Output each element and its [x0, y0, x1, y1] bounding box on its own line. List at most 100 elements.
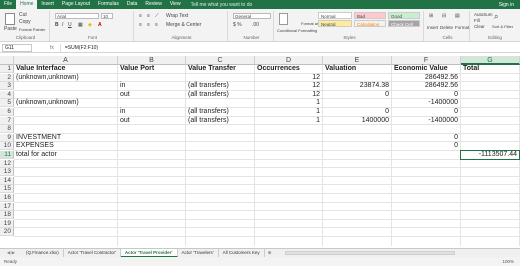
cell-b1[interactable]: Value Port — [120, 65, 183, 73]
delete-cells-button[interactable]: Delete — [440, 24, 453, 31]
sheet-tab[interactable]: Actor 'Travel Contractor' — [64, 249, 121, 257]
decimal-icon[interactable]: .00 — [252, 22, 259, 29]
ribbon-tab-insert[interactable]: Insert — [37, 0, 58, 9]
row-header[interactable]: 10 — [0, 142, 14, 151]
cell-b3[interactable]: in — [120, 82, 183, 90]
sheet-tab[interactable]: Actor 'Travelers' — [178, 249, 219, 257]
column-header-c[interactable]: C — [186, 56, 255, 65]
zoom-level[interactable]: 100% — [502, 257, 514, 266]
paste-icon[interactable] — [5, 13, 15, 25]
cell-c4[interactable]: (all transfers) — [188, 91, 252, 99]
ribbon-tab-formulas[interactable]: Formulas — [94, 0, 123, 9]
cell-e4[interactable]: 0 — [325, 91, 389, 99]
fill-color-icon[interactable]: ◆ — [88, 22, 92, 29]
cell-a2[interactable]: (unknown,unknown) — [16, 74, 115, 82]
style-good[interactable]: Good — [388, 12, 420, 19]
cell-f9[interactable]: 0 — [394, 134, 458, 142]
cell-f4[interactable]: 0 — [394, 91, 458, 99]
font-name-select[interactable]: Arial — [55, 13, 99, 19]
column-header-a[interactable]: A — [14, 56, 118, 65]
horizontal-scrollbar[interactable] — [284, 251, 455, 255]
cell-d4[interactable]: 12 — [257, 91, 320, 99]
cell-c7[interactable]: (all transfers) — [188, 117, 252, 125]
format-painter-button[interactable]: Format Painter — [19, 26, 45, 33]
row-header[interactable]: 3 — [0, 82, 14, 91]
row-header[interactable]: 16 — [0, 194, 14, 202]
cell-d1[interactable]: Occurrences — [257, 65, 320, 73]
cell-d2[interactable]: 12 — [257, 74, 320, 82]
formula-input[interactable]: =SUM(F2:F10) — [59, 43, 520, 52]
row-header[interactable]: 4 — [0, 90, 14, 99]
cell-d3[interactable]: 12 — [257, 82, 320, 90]
find-icon[interactable]: ⌕ — [494, 13, 498, 21]
cell-d5[interactable]: 1 — [257, 99, 320, 107]
row-header[interactable]: 14 — [0, 176, 14, 185]
column-header-b[interactable]: B — [118, 56, 186, 65]
column-header-e[interactable]: E — [323, 56, 392, 65]
cell-g1[interactable]: Total — [463, 65, 517, 73]
row-header[interactable]: 19 — [0, 219, 14, 228]
column-header-f[interactable]: F — [392, 56, 461, 65]
cut-button[interactable]: Cut — [19, 12, 27, 19]
tell-me-box[interactable]: Tell me what you want to do — [191, 2, 253, 8]
conditional-formatting-button[interactable]: Conditional Formatting — [277, 27, 317, 34]
sort-filter-button[interactable]: Sort & Filter — [492, 23, 513, 30]
row-header[interactable]: 8 — [0, 125, 14, 134]
insert-cells-icon[interactable]: ⊞ — [429, 13, 433, 20]
cell-b6[interactable]: in — [120, 108, 183, 116]
align-middle-icon[interactable]: ≡ — [147, 13, 150, 20]
name-box[interactable]: G11 — [2, 43, 32, 52]
ribbon-tab-home[interactable]: Home — [16, 0, 38, 9]
style-bad[interactable]: Bad — [354, 12, 386, 19]
style-check-cell[interactable]: Check Cell — [388, 20, 420, 27]
clear-button[interactable]: Clear — [474, 23, 485, 30]
ribbon-tab-file[interactable]: File — [0, 0, 16, 9]
ribbon-tab-view[interactable]: View — [166, 0, 185, 9]
cell-f10[interactable]: 0 — [394, 142, 458, 150]
spreadsheet-grid[interactable]: A B C D E F G 1 Value Interface Value Port Value T… — [0, 56, 520, 246]
format-cells-button[interactable]: Format — [455, 24, 469, 31]
cell-e7[interactable]: 1400000 — [325, 117, 389, 125]
fx-icon[interactable]: fx — [50, 45, 54, 51]
row-header[interactable]: 20 — [0, 228, 14, 237]
row-header[interactable]: 11 — [0, 151, 14, 159]
cell-f1[interactable]: Economic Value — [394, 65, 458, 73]
bold-button[interactable]: B — [55, 22, 59, 29]
row-header[interactable]: 18 — [0, 211, 14, 220]
number-format-select[interactable]: General — [233, 13, 271, 19]
italic-button[interactable]: I — [62, 22, 63, 29]
wrap-text-button[interactable]: Wrap Text — [166, 13, 188, 20]
ribbon-tab-data[interactable]: Data — [123, 0, 142, 9]
row-header[interactable]: 17 — [0, 202, 14, 211]
style-normal[interactable]: Normal — [318, 12, 352, 19]
cell-e3[interactable]: 23874.38 — [325, 82, 389, 90]
style-calculation[interactable]: Calculation — [354, 20, 386, 27]
font-size-select[interactable]: 10 — [101, 13, 113, 19]
sheet-tab[interactable]: (Q.Finance.xlsx) — [22, 249, 64, 257]
borders-icon[interactable]: ▦ — [78, 22, 83, 29]
orientation-icon[interactable]: ⟋ — [155, 13, 159, 20]
conditional-formatting-icon[interactable] — [279, 13, 288, 25]
cell-g11[interactable]: -1113507.44 — [463, 151, 517, 159]
cell-f3[interactable]: 286492.56 — [394, 82, 458, 90]
font-color-icon[interactable]: A — [98, 22, 102, 29]
currency-icon[interactable]: $ % — [233, 22, 242, 29]
cell-c6[interactable]: (all transfers) — [188, 108, 252, 116]
row-header[interactable]: 9 — [0, 133, 14, 142]
row-header[interactable]: 2 — [0, 73, 14, 82]
align-center-icon[interactable]: ≡ — [147, 22, 150, 29]
sheet-tab[interactable]: Actor 'Travel Provider' — [120, 249, 178, 257]
cell-d7[interactable]: 1 — [257, 117, 320, 125]
cell-f5[interactable]: -1400000 — [394, 99, 458, 107]
add-sheet-icon[interactable]: ⊕ — [265, 249, 275, 257]
cell-a11[interactable]: total for actor — [16, 151, 115, 159]
row-header[interactable]: 5 — [0, 99, 14, 108]
format-cells-icon[interactable]: ▤ — [455, 13, 460, 20]
align-right-icon[interactable]: ≡ — [155, 22, 158, 29]
copy-button[interactable]: Copy — [19, 19, 31, 26]
align-left-icon[interactable]: ≡ — [139, 22, 142, 29]
sign-in-link[interactable]: Sign in — [499, 2, 520, 8]
cell-f6[interactable]: 0 — [394, 108, 458, 116]
cell-e6[interactable]: 0 — [325, 108, 389, 116]
row-header[interactable]: 12 — [0, 159, 14, 168]
